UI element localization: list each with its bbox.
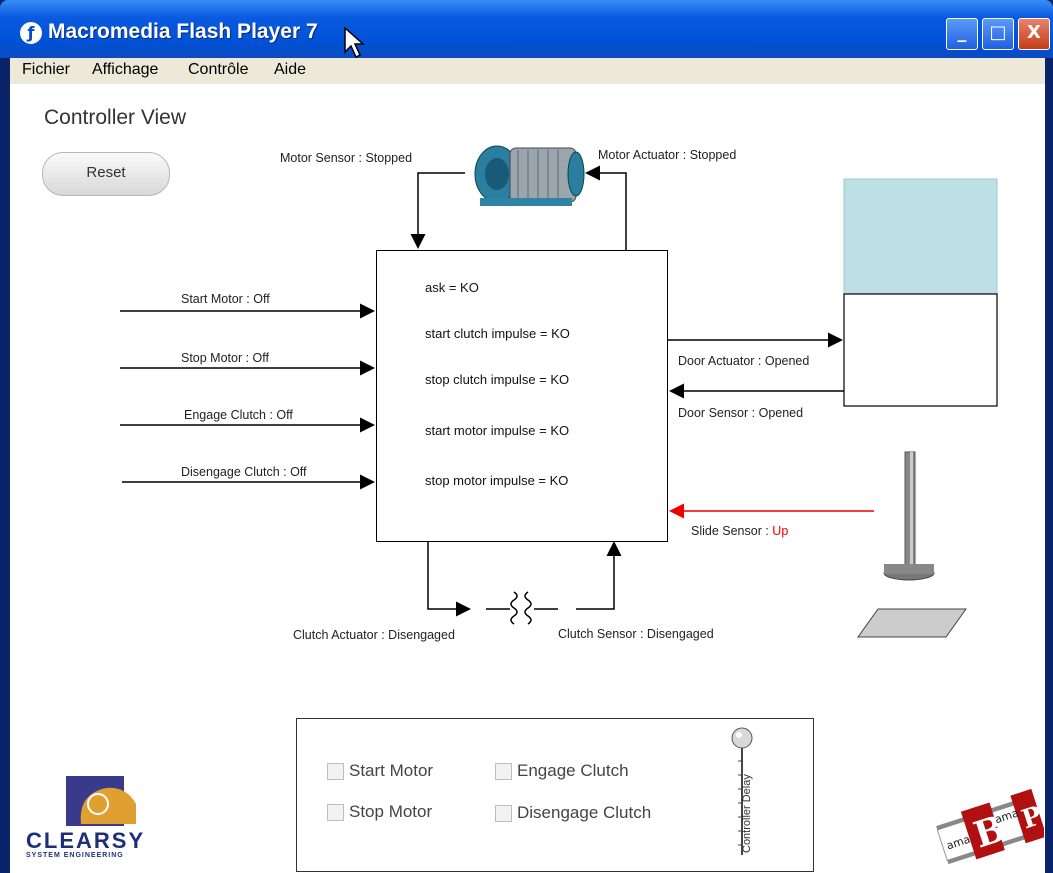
stop-motor-checkbox[interactable]: Stop Motor (327, 802, 432, 822)
menu-affichage[interactable]: Affichage (92, 61, 158, 79)
flash-content: Controller View Reset Motor Sensor: Sto… (10, 84, 1045, 873)
var-ask: ask = KO (425, 280, 479, 295)
input-label-disengage-clutch: Disengage Clutch : Off (181, 465, 307, 479)
menu-controle[interactable]: Contrôle (188, 61, 248, 79)
clutch-sensor-line (576, 541, 622, 610)
clearsy-logo: CLEARSY SYSTEM ENGINEERING (26, 774, 176, 864)
flash-player-window: ƒ Macromedia Flash Player 7 _ □ X Fichie… (0, 0, 1053, 873)
slide-plate (857, 608, 967, 638)
motor-sensor-line (410, 172, 465, 249)
clutch-actuator-line (427, 541, 471, 617)
slide-sensor-value: Up (772, 524, 789, 538)
clearsy-tagline: SYSTEM ENGINEERING (26, 852, 124, 859)
start-motor-checkbox[interactable]: Start Motor (327, 761, 433, 781)
input-label-engage-clutch: Engage Clutch : Off (184, 408, 293, 422)
slider-knob (731, 727, 753, 749)
engage-clutch-checkbox[interactable]: Engage Clutch (495, 761, 629, 781)
motor-sensor-label: Motor Sensor : Stopped (280, 151, 413, 165)
clutch-coupling-icon (510, 591, 518, 625)
checkbox-label: Stop Motor (349, 802, 433, 821)
close-button[interactable]: X (1018, 18, 1050, 50)
mouse-cursor-icon (344, 26, 365, 59)
slide-sensor-text: Slide Sensor : (691, 524, 773, 538)
disengage-clutch-checkbox[interactable]: Disengage Clutch (495, 803, 651, 823)
controller-box: ask = KO start clutch impulse = KO stop … (376, 250, 668, 542)
window-title: Macromedia Flash Player 7 (48, 20, 318, 43)
flash-app-icon: ƒ (20, 22, 42, 44)
var-start-motor: start motor impulse = KO (425, 423, 570, 438)
checkbox-box[interactable] (327, 803, 344, 821)
title-bar[interactable]: ƒ Macromedia Flash Player 7 _ □ X (0, 0, 1053, 59)
menu-aide[interactable]: Aide (274, 61, 306, 79)
door-sensor-label: Door Sensor : Opened (678, 406, 804, 420)
slide-sensor-label: Slide Sensor : Up (691, 524, 788, 538)
minimize-button[interactable]: _ (946, 18, 978, 50)
menu-bar: Fichier Affichage Contrôle Aide (10, 58, 1045, 84)
checkbox-box[interactable] (495, 762, 512, 780)
menu-fichier[interactable]: Fichier (22, 61, 70, 79)
door-actuator-label: Door Actuator : Opened (678, 354, 810, 368)
clearsy-name: CLEARSY (26, 828, 146, 853)
motor-actuator-label: Motor Actuator : Stopped (598, 148, 737, 162)
clutch-actuator-label: Clutch Actuator : Disengaged (293, 628, 455, 642)
motor-icon (474, 145, 585, 206)
control-panel: Start Motor Engage Clutch Stop Motor Dis… (296, 718, 814, 872)
checkbox-label: Start Motor (349, 761, 434, 780)
input-label-start-motor: Start Motor : Off (181, 292, 270, 306)
checkbox-label: Engage Clutch (517, 761, 629, 780)
var-stop-motor: stop motor impulse = KO (425, 473, 569, 488)
motor-actuator-line (585, 165, 627, 250)
var-start-clutch: start clutch impulse = KO (425, 326, 570, 341)
maximize-button[interactable]: □ (982, 18, 1014, 50)
door-frame (843, 293, 998, 407)
input-label-stop-motor: Stop Motor : Off (181, 351, 270, 365)
clutch-sensor-label: Clutch Sensor : Disengaged (558, 627, 714, 641)
controller-delay-label: Controller Delay (741, 774, 753, 853)
var-stop-clutch: stop clutch impulse = KO (425, 372, 570, 387)
checkbox-box[interactable] (327, 762, 344, 780)
brama-logo: B P ama ama (932, 774, 1045, 869)
checkbox-box[interactable] (495, 804, 512, 822)
checkbox-label: Disengage Clutch (517, 803, 652, 822)
door-upper (843, 178, 998, 295)
